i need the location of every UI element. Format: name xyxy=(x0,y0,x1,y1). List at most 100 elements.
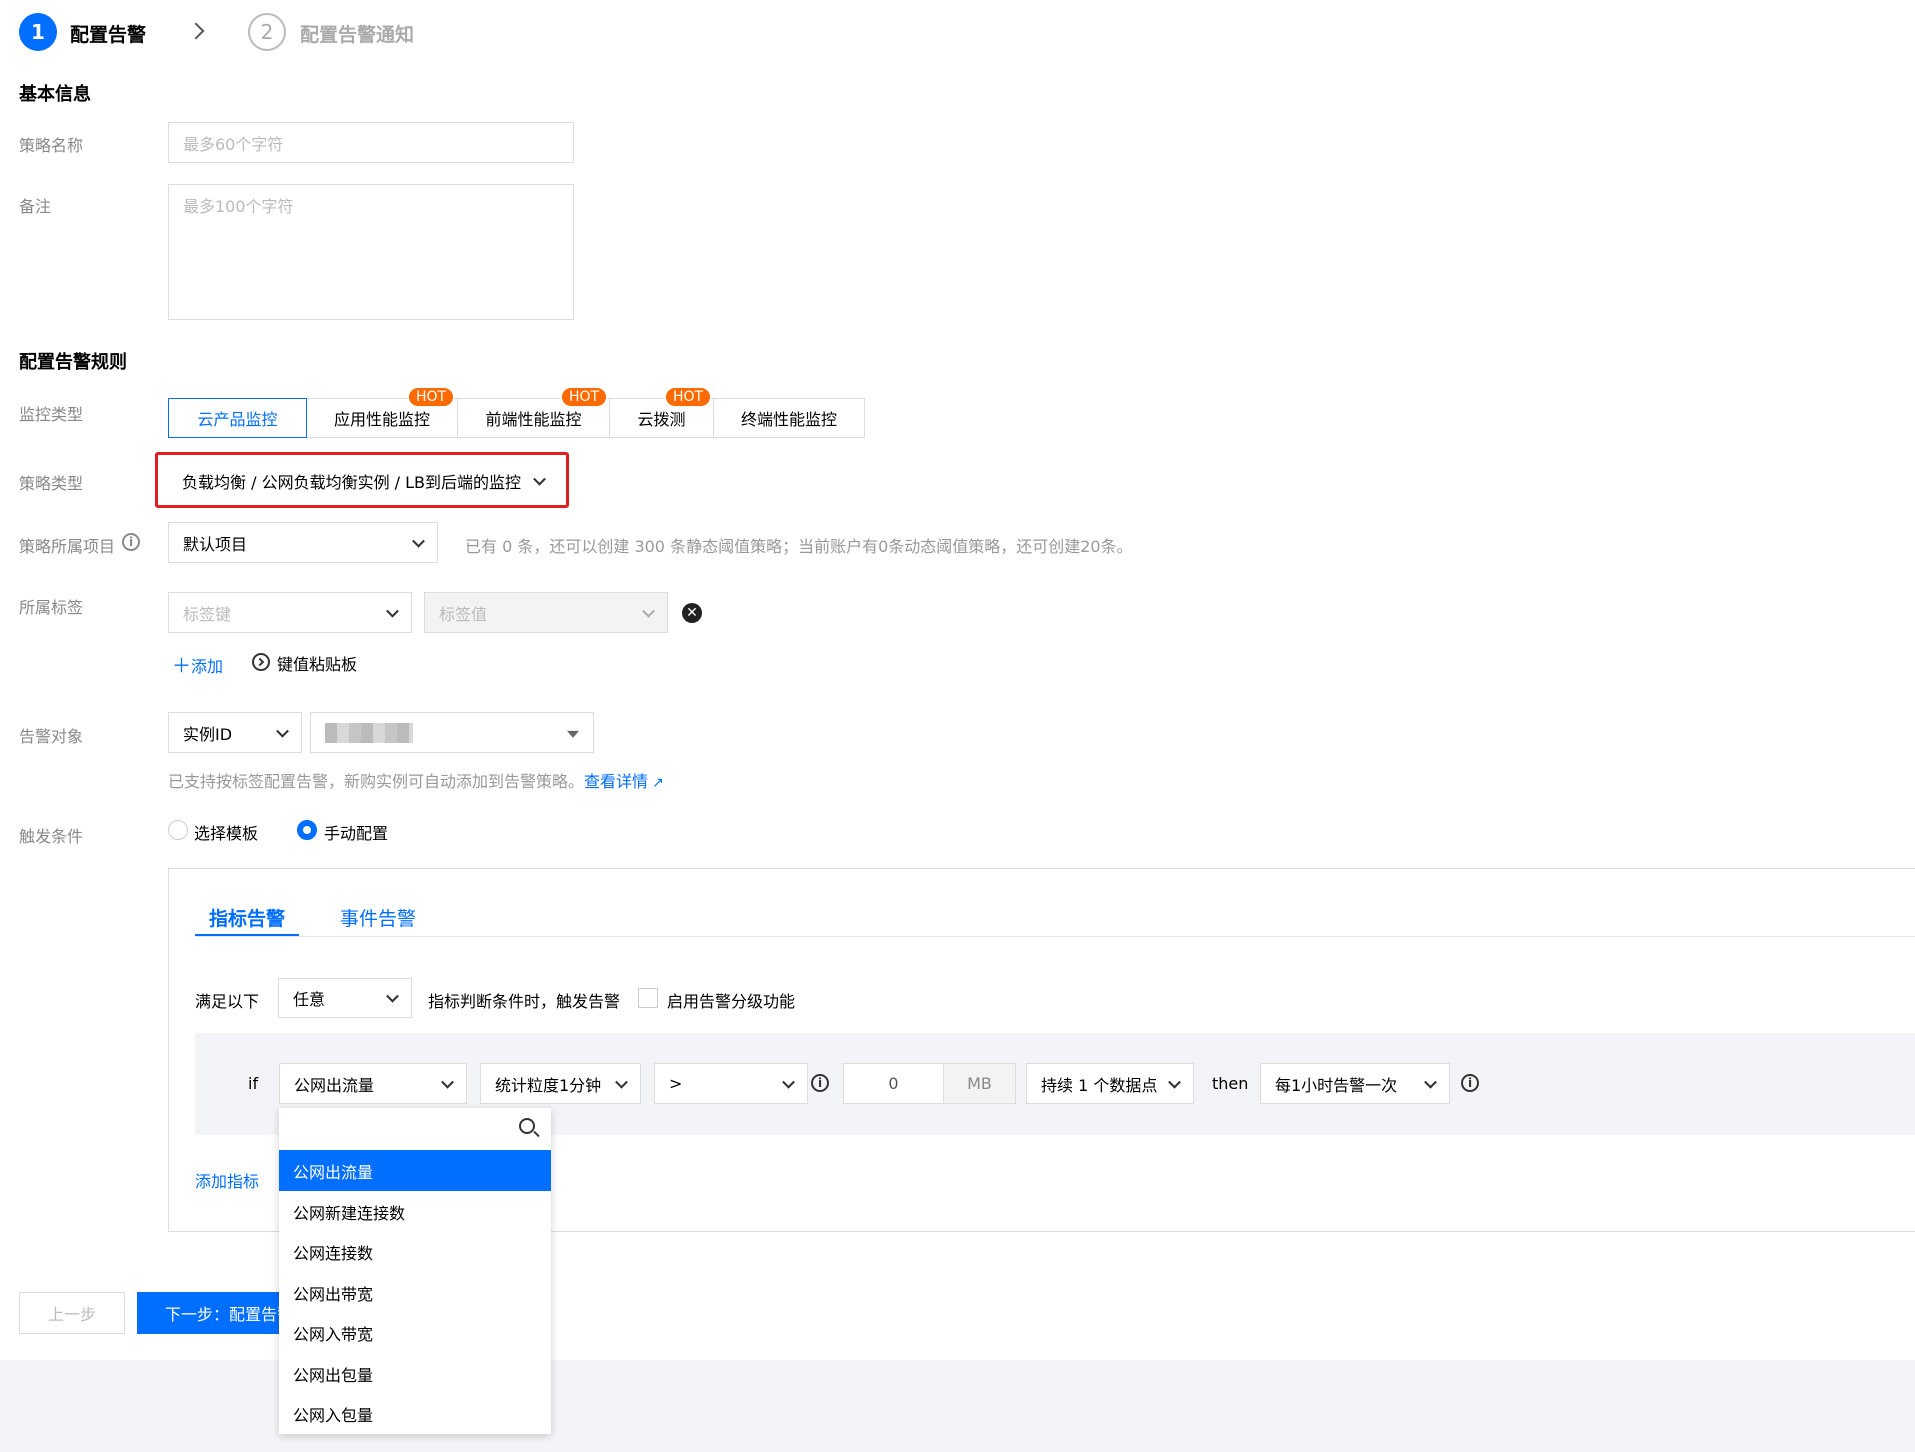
monitor-type-frontend[interactable]: 前端性能监控 HOT xyxy=(457,388,610,438)
policy-type-value: 负载均衡 / 公网负载均衡实例 / LB到后端的监控 xyxy=(182,473,522,492)
chevron-down-icon xyxy=(642,604,655,618)
instance-type-value: 实例ID xyxy=(183,724,233,744)
radio-template[interactable] xyxy=(168,820,188,840)
section-rules-title: 配置告警规则 xyxy=(19,352,127,373)
project-select[interactable]: 默认项目 xyxy=(168,522,438,563)
chevron-down-icon xyxy=(1424,1075,1437,1089)
grading-label: 启用告警分级功能 xyxy=(667,992,796,1011)
hot-badge: HOT xyxy=(562,388,607,406)
dropdown-item[interactable]: 公网出包量 xyxy=(279,1353,551,1394)
details-link[interactable]: 查看详情 xyxy=(584,772,648,791)
metric-value: 公网出流量 xyxy=(294,1075,375,1095)
tag-key-placeholder: 标签键 xyxy=(183,604,232,624)
info-icon[interactable]: i xyxy=(811,1074,829,1092)
satisfy-suffix: 指标判断条件时，触发告警 xyxy=(428,992,621,1011)
chevron-down-icon xyxy=(386,604,399,618)
search-icon-handle xyxy=(533,1130,540,1138)
info-icon[interactable]: i xyxy=(1461,1074,1479,1092)
object-hint: 已支持按标签配置告警，新购实例可自动添加到告警策略。查看详情 ↗ xyxy=(168,768,664,792)
caret-down-icon xyxy=(567,730,579,738)
tag-label: 所属标签 xyxy=(19,598,84,617)
add-tag-label: 添加 xyxy=(191,657,224,676)
monitor-type-apm[interactable]: 应用性能监控 HOT xyxy=(306,388,458,438)
step-1-circle: 1 xyxy=(19,13,57,51)
chevron-down-icon xyxy=(782,1075,795,1089)
granularity-value: 统计粒度1分钟 xyxy=(495,1075,602,1095)
satisfy-select[interactable]: 任意 xyxy=(278,978,412,1018)
threshold-input[interactable]: 0 xyxy=(843,1063,944,1104)
clipboard-button[interactable]: 键值粘贴板 xyxy=(277,651,357,675)
object-hint-text: 已支持按标签配置告警，新购实例可自动添加到告警策略。 xyxy=(168,772,585,791)
hot-badge: HOT xyxy=(666,388,711,406)
monitor-type-label-text: 前端性能监控 xyxy=(485,410,582,429)
frequency-value: 每1小时告警一次 xyxy=(1275,1075,1398,1095)
remark-textarea[interactable]: 最多100个字符 xyxy=(168,184,574,320)
plus-icon: ＋ xyxy=(172,655,192,677)
operator-select[interactable]: > xyxy=(654,1063,808,1104)
section-basic-info-title: 基本信息 xyxy=(19,84,91,105)
remove-tag-icon[interactable]: ✕ xyxy=(682,603,702,623)
duration-select[interactable]: 持续 1 个数据点 xyxy=(1026,1063,1194,1104)
tag-value-select[interactable]: 标签值 xyxy=(424,592,668,633)
step-2-label: 配置告警通知 xyxy=(300,24,415,46)
chevron-down-icon xyxy=(533,472,546,486)
step-1-label: 配置告警 xyxy=(70,24,147,46)
dropdown-item[interactable]: 公网入带宽 xyxy=(279,1312,551,1353)
add-metric-link[interactable]: 添加指标 xyxy=(195,1168,259,1192)
add-tag-button[interactable]: ＋添加 xyxy=(172,651,223,678)
chevron-down-icon xyxy=(441,1075,454,1089)
project-value: 默认项目 xyxy=(183,534,248,554)
granularity-select[interactable]: 统计粒度1分钟 xyxy=(480,1063,641,1104)
policy-type-select[interactable]: 负载均衡 / 公网负载均衡实例 / LB到后端的监控 xyxy=(168,461,558,501)
blurred-instance-value xyxy=(325,722,413,743)
monitor-type-cloud-product[interactable]: 云产品监控 xyxy=(168,398,307,438)
policy-type-label: 策略类型 xyxy=(19,474,84,493)
project-label: 策略所属项目 xyxy=(19,537,116,556)
chevron-down-icon xyxy=(615,1075,628,1089)
satisfy-label: 满足以下 xyxy=(195,992,260,1011)
monitor-type-label-text: 终端性能监控 xyxy=(740,410,837,429)
remark-label: 备注 xyxy=(19,197,52,216)
chevron-down-icon xyxy=(276,724,289,738)
operator-value: > xyxy=(669,1074,683,1093)
radio-manual-label: 手动配置 xyxy=(324,824,389,843)
clipboard-toggle-icon[interactable] xyxy=(252,653,270,671)
dropdown-item[interactable]: 公网出流量 xyxy=(279,1150,551,1191)
hot-badge: HOT xyxy=(409,388,454,406)
dropdown-item[interactable]: 公网出带宽 xyxy=(279,1272,551,1313)
chevron-down-icon xyxy=(412,534,425,548)
if-label: if xyxy=(248,1074,259,1093)
policy-name-label: 策略名称 xyxy=(19,136,84,155)
monitor-type-label-text: 云产品监控 xyxy=(197,410,278,429)
monitor-type-terminal[interactable]: 终端性能监控 xyxy=(713,398,865,438)
monitor-type-cloud-probe[interactable]: 云拨测 HOT xyxy=(609,388,714,438)
monitor-type-label-text: 应用性能监控 xyxy=(333,410,430,429)
tab-metric-alarm[interactable]: 指标告警 xyxy=(209,904,285,931)
metric-select[interactable]: 公网出流量 xyxy=(279,1063,467,1104)
dropdown-item[interactable]: 公网新建连接数 xyxy=(279,1191,551,1232)
instance-type-select[interactable]: 实例ID xyxy=(168,712,302,753)
policy-name-input[interactable]: 最多60个字符 xyxy=(168,122,574,163)
radio-manual[interactable] xyxy=(297,820,317,840)
duration-value: 持续 1 个数据点 xyxy=(1041,1075,1158,1095)
monitor-type-label: 监控类型 xyxy=(19,405,84,424)
dropdown-item[interactable]: 公网连接数 xyxy=(279,1231,551,1272)
grading-checkbox[interactable] xyxy=(638,988,658,1008)
chevron-down-icon xyxy=(1168,1075,1181,1089)
tag-key-select[interactable]: 标签键 xyxy=(168,592,412,633)
chevron-down-icon xyxy=(386,989,399,1003)
radio-template-label: 选择模板 xyxy=(194,824,259,843)
external-link-icon[interactable]: ↗ xyxy=(652,775,664,791)
frequency-select[interactable]: 每1小时告警一次 xyxy=(1260,1063,1450,1104)
chevron-right-icon xyxy=(187,22,205,40)
dropdown-item[interactable]: 公网入包量 xyxy=(279,1393,551,1434)
tab-divider xyxy=(195,936,1915,937)
project-hint: 已有 0 条，还可以创建 300 条静态阈值策略；当前账户有0条动态阈值策略，还… xyxy=(465,537,1133,556)
step-2-circle: 2 xyxy=(248,13,286,51)
prev-button[interactable]: 上一步 xyxy=(19,1292,125,1334)
trigger-label: 触发条件 xyxy=(19,827,84,846)
info-icon[interactable]: i xyxy=(122,533,140,551)
tab-event-alarm[interactable]: 事件告警 xyxy=(340,904,416,931)
dropdown-search-input[interactable] xyxy=(279,1108,551,1148)
instance-select[interactable] xyxy=(310,712,594,753)
